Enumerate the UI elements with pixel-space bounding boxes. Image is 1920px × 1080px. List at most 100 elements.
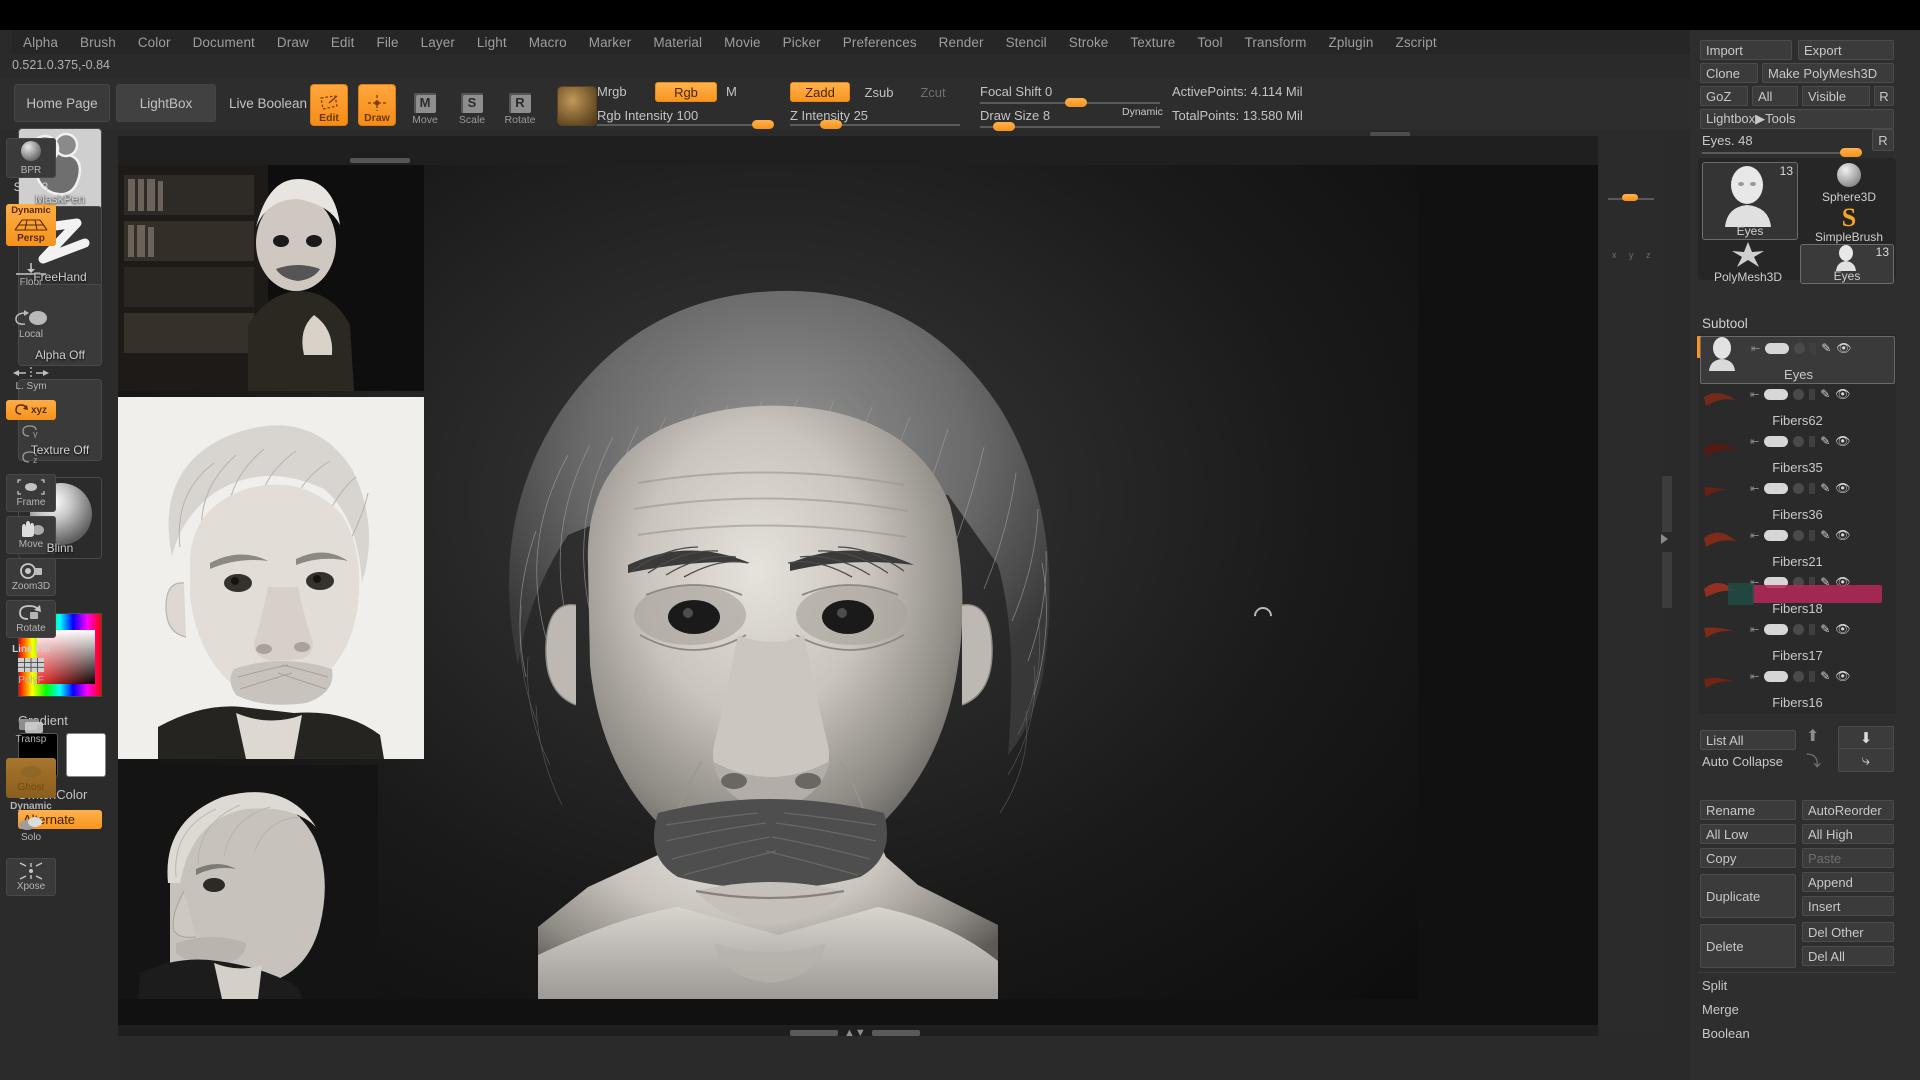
move-into-button[interactable]: ⤷ (1838, 748, 1894, 772)
rgb-intensity-knob[interactable] (752, 120, 774, 129)
focal-shift-slider[interactable]: Focal Shift 0 (980, 84, 1052, 99)
make-polymesh3d-button[interactable]: Make PolyMesh3D (1762, 63, 1894, 83)
subtool-sort-icon[interactable]: ⇤ (1750, 482, 1759, 495)
menu-item-texture[interactable]: Texture (1119, 33, 1186, 52)
subtool-mode-toggle[interactable] (1809, 435, 1816, 447)
subtool-row-fibers36[interactable]: ⇤ ✎ 👁 Fibers36 (1700, 477, 1895, 525)
menu-item-marker[interactable]: Marker (578, 33, 643, 52)
eyes-slider-label[interactable]: Eyes. 48 (1702, 133, 1753, 148)
list-all-button[interactable]: List All (1700, 730, 1796, 750)
subtool-visibility-toggle[interactable] (1764, 435, 1789, 447)
rename-button[interactable]: Rename (1700, 800, 1796, 820)
subtool-icon-row[interactable]: ⇤ ✎ 👁 (1750, 669, 1851, 683)
bpr-button[interactable]: BPR (6, 138, 56, 178)
subtool-mode-toggle[interactable] (1809, 388, 1816, 400)
menu-item-file[interactable]: File (365, 33, 409, 52)
zoom3d-button[interactable]: Zoom3D (6, 558, 56, 596)
subtool-paint-icon[interactable]: ✎ (1820, 622, 1830, 636)
solo-button[interactable]: Solo (6, 812, 56, 846)
polyframe-button[interactable]: PolyF (6, 655, 56, 687)
edit-mode-button[interactable]: Edit (310, 84, 348, 126)
goz-all-button[interactable]: All (1752, 86, 1798, 106)
subtool-sort-icon[interactable]: ⇤ (1750, 623, 1759, 636)
rotate-view-button[interactable]: Rotate (6, 600, 56, 638)
del-all-button[interactable]: Del All (1802, 946, 1894, 966)
menu-item-material[interactable]: Material (642, 33, 713, 52)
subtool-row-fibers62[interactable]: ⇤ ✎ 👁 Fibers62 (1700, 383, 1895, 431)
subtool-eye-icon[interactable]: 👁 (1836, 341, 1851, 355)
z-intensity-knob[interactable] (820, 120, 842, 129)
subtool-half-toggle[interactable] (1793, 435, 1805, 447)
dynamic-label[interactable]: Dynamic (1122, 106, 1163, 118)
subtool-eye-icon[interactable]: 👁 (1835, 387, 1850, 401)
menu-item-picker[interactable]: Picker (772, 33, 832, 52)
menu-item-tool[interactable]: Tool (1186, 33, 1233, 52)
menu-item-macro[interactable]: Macro (518, 33, 578, 52)
menu-item-transform[interactable]: Transform (1234, 33, 1318, 52)
menu-item-layer[interactable]: Layer (410, 33, 466, 52)
rotate-mode-button[interactable]: R Rotate (500, 84, 540, 126)
menu-item-edit[interactable]: Edit (320, 33, 366, 52)
subtool-visibility-toggle[interactable] (1764, 623, 1789, 635)
subtool-half-toggle[interactable] (1793, 529, 1805, 541)
subtool-icon-row[interactable]: ⇤ ✎ 👁 (1750, 481, 1851, 495)
subtool-half-toggle[interactable] (1793, 482, 1805, 494)
auto-collapse-button[interactable]: Auto Collapse (1702, 754, 1783, 769)
line-fill-button[interactable]: Line Fill (6, 643, 56, 655)
current-material-swatch[interactable] (557, 86, 597, 126)
dynamic-shelf-label[interactable]: Dynamic (6, 800, 56, 812)
rotate-y-button[interactable]: y (6, 424, 56, 438)
zsub-toggle[interactable]: Zsub (858, 82, 900, 102)
subtool-icon-row[interactable]: ⇤ ✎ 👁 (1750, 434, 1851, 448)
zcut-toggle[interactable]: Zcut (912, 82, 954, 102)
subtool-mode-toggle[interactable] (1809, 529, 1816, 541)
tool-tile-sphere3d[interactable]: Sphere3D (1804, 162, 1894, 204)
ghost-button[interactable]: Ghost (6, 758, 56, 798)
frame-button[interactable]: Frame (6, 474, 56, 512)
move-up-icon[interactable]: ⬆ (1806, 726, 1819, 746)
subtool-icon-row[interactable]: ⇤ ✎ 👁 (1751, 341, 1852, 355)
scale-mode-button[interactable]: S Scale (452, 84, 492, 126)
focal-shift-knob[interactable] (1065, 98, 1087, 107)
draw-size-knob[interactable] (993, 122, 1015, 131)
subtool-eye-icon[interactable]: 👁 (1835, 434, 1850, 448)
subtool-sort-icon[interactable]: ⇤ (1750, 388, 1759, 401)
subtool-icon-row[interactable]: ⇤ ✎ 👁 (1750, 622, 1851, 636)
shelf-scrollbar-upper[interactable] (1662, 476, 1672, 532)
delete-button[interactable]: Delete (1700, 924, 1796, 968)
local-symmetry-button[interactable]: L. Sym (6, 366, 56, 392)
mrgb-toggle[interactable]: Mrgb (597, 84, 627, 99)
lightbox-button[interactable]: LightBox (116, 84, 216, 122)
subtool-half-toggle[interactable] (1793, 388, 1805, 400)
subtool-eye-icon[interactable]: 👁 (1835, 669, 1850, 683)
subtool-half-toggle[interactable] (1793, 670, 1805, 682)
subtool-row-fibers16[interactable]: ⇤ ✎ 👁 Fibers16 (1700, 665, 1895, 713)
copy-button[interactable]: Copy (1700, 848, 1796, 868)
split-button[interactable]: Split (1702, 978, 1727, 993)
menu-item-alpha[interactable]: Alpha (12, 33, 69, 52)
subtool-eye-icon[interactable]: 👁 (1835, 622, 1850, 636)
tool-tile-eyes-large[interactable]: 13 Eyes (1702, 162, 1798, 240)
clone-button[interactable]: Clone (1700, 63, 1758, 83)
subtool-paint-icon[interactable]: ✎ (1820, 387, 1830, 401)
draw-size-slider[interactable]: Draw Size 8 (980, 108, 1050, 123)
subtool-eye-icon[interactable]: 👁 (1835, 481, 1850, 495)
canvas-bottom-scrollbar[interactable]: ▲▼ (790, 1027, 920, 1039)
eyes-slider-knob[interactable] (1840, 148, 1862, 157)
scrollbar-updown-icon[interactable]: ▲▼ (844, 1027, 866, 1039)
tool-tile-polymesh3d[interactable]: PolyMesh3D (1700, 242, 1796, 284)
eyes-r-button[interactable]: R (1872, 129, 1894, 151)
xpose-button[interactable]: Xpose (6, 858, 56, 896)
auto-reorder-button[interactable]: AutoReorder (1802, 800, 1894, 820)
subtool-visibility-toggle[interactable] (1764, 529, 1789, 541)
subtool-sort-icon[interactable]: ⇤ (1750, 529, 1759, 542)
subtool-mode-toggle[interactable] (1809, 670, 1816, 682)
subtool-mode-toggle[interactable] (1809, 623, 1816, 635)
export-button[interactable]: Export (1798, 40, 1894, 60)
m-toggle[interactable]: M (726, 84, 737, 99)
del-other-button[interactable]: Del Other (1802, 922, 1894, 942)
tool-tile-eyes-small[interactable]: 13 Eyes (1800, 244, 1894, 284)
transparency-button[interactable]: Transp (6, 714, 56, 748)
secondary-color-swatch[interactable] (66, 733, 106, 777)
tool-tile-simplebrush[interactable]: S SimpleBrush (1804, 202, 1894, 244)
